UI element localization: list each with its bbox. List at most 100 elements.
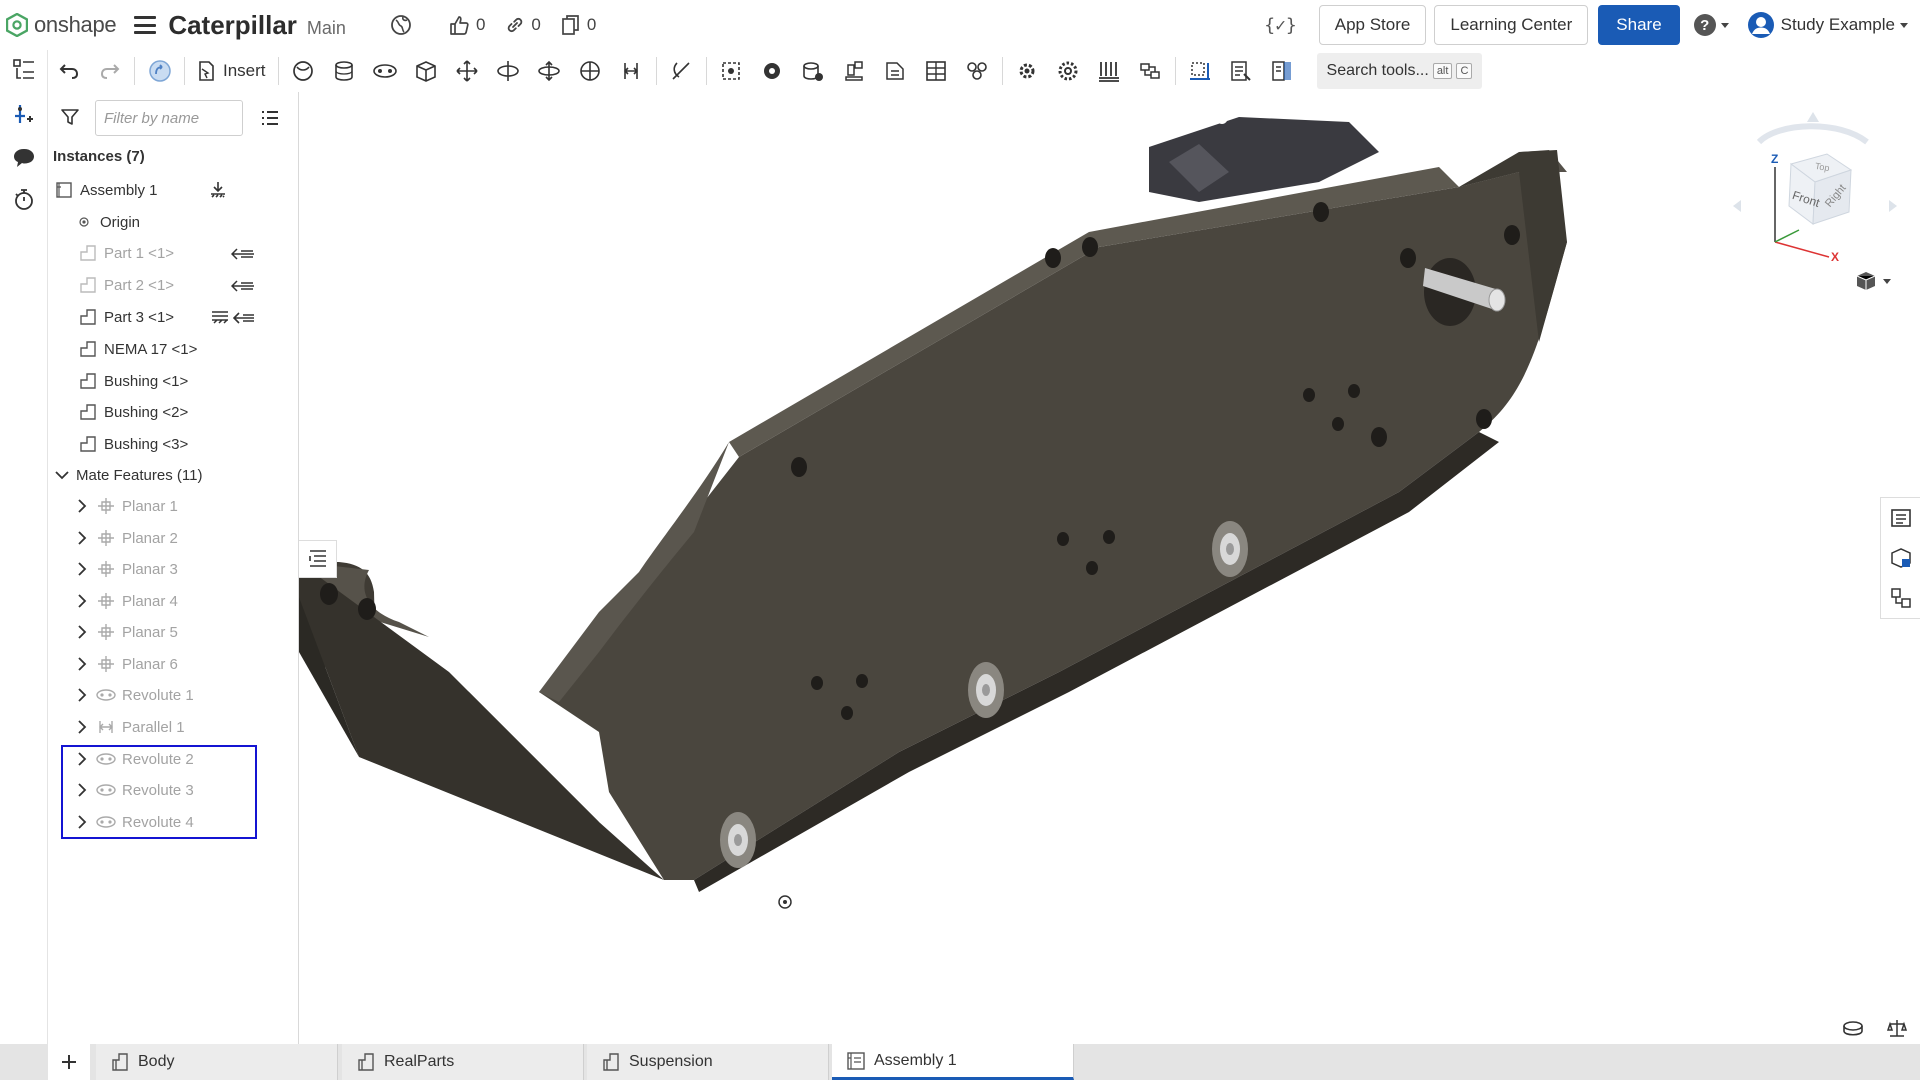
3d-viewport[interactable]: Front Right Top Z X — [299, 92, 1920, 1044]
tangent-mate-button[interactable] — [661, 50, 702, 92]
slider-mate-button[interactable] — [447, 50, 488, 92]
mass-properties-icon[interactable] — [1886, 1018, 1908, 1043]
comments-icon[interactable] — [10, 144, 38, 172]
part-icon — [78, 308, 98, 326]
linear-relation-button[interactable] — [875, 50, 916, 92]
app-store-button[interactable]: App Store — [1318, 5, 1427, 45]
panel-toggle-button[interactable] — [299, 540, 337, 578]
tab-realparts[interactable]: RealParts — [342, 1044, 584, 1080]
featurescript-icon[interactable]: {✓} — [1264, 15, 1297, 36]
tab-label: Body — [138, 1053, 175, 1070]
onshape-logo[interactable]: onshape — [6, 12, 117, 38]
linear-pattern-button[interactable] — [1089, 50, 1130, 92]
instance-row-part1[interactable]: Part 1 <1> — [78, 237, 174, 269]
group-button[interactable] — [406, 50, 447, 92]
caterpillar-model[interactable] — [299, 92, 1920, 1044]
gear-relation-button[interactable] — [752, 50, 793, 92]
mate-row-planar3[interactable]: Planar 3 — [72, 553, 178, 585]
arrow-up-icon[interactable] — [1807, 112, 1819, 122]
tab-suspension[interactable]: Suspension — [587, 1044, 829, 1080]
chevron-right-icon — [72, 688, 92, 702]
screw-relation-button[interactable] — [834, 50, 875, 92]
instance-row-bushing3[interactable]: Bushing <3> — [78, 428, 188, 460]
add-tab-button[interactable] — [48, 1044, 90, 1080]
mate-arrow-icon[interactable] — [232, 311, 255, 329]
mate-row-parallel1[interactable]: Parallel 1 — [72, 711, 185, 743]
insert-mate-icon[interactable] — [10, 100, 38, 128]
list-view-icon[interactable] — [260, 108, 280, 133]
mate-row-planar1[interactable]: Planar 1 — [72, 490, 178, 522]
tab-body[interactable]: Body — [96, 1044, 338, 1080]
explode-button[interactable] — [916, 50, 957, 92]
instance-row-part3[interactable]: Part 3 <1> — [78, 301, 174, 333]
instance-row-part2[interactable]: Part 2 <1> — [78, 269, 174, 301]
planar-mate-icon — [96, 623, 116, 641]
motion-study-button[interactable] — [1048, 50, 1089, 92]
fixed-ground-icon[interactable] — [211, 310, 229, 329]
menu-icon[interactable] — [134, 16, 157, 34]
replicate-button[interactable] — [139, 50, 180, 92]
section-view-button[interactable] — [1262, 50, 1303, 92]
standard-content-button[interactable] — [324, 50, 365, 92]
instance-label: Origin — [100, 213, 141, 231]
links-button[interactable]: 0 — [505, 15, 541, 35]
mate-row-planar5[interactable]: Planar 5 — [72, 616, 178, 648]
filter-input[interactable] — [95, 100, 243, 136]
tab-assembly-1[interactable]: Assembly 1 — [832, 1044, 1074, 1080]
instance-button[interactable] — [283, 50, 324, 92]
public-globe-icon[interactable] — [390, 14, 418, 36]
replace-button[interactable] — [1130, 50, 1171, 92]
mate-row-planar4[interactable]: Planar 4 — [72, 585, 178, 617]
user-menu[interactable]: Study Example — [1747, 11, 1908, 39]
parallel-mate-button[interactable] — [611, 50, 652, 92]
view-cube[interactable]: Front Right Top Z X — [1719, 92, 1919, 302]
arrow-left-icon[interactable] — [1733, 200, 1741, 212]
ball-mate-button[interactable] — [570, 50, 611, 92]
mate-arrow-icon[interactable] — [230, 279, 255, 297]
mate-group-button[interactable] — [957, 50, 998, 92]
share-button[interactable]: Share — [1598, 5, 1680, 45]
like-button[interactable]: 0 — [448, 14, 485, 36]
filter-icon[interactable] — [60, 107, 80, 132]
mate-arrow-icon[interactable] — [230, 247, 255, 265]
fastened-mate-button[interactable] — [365, 50, 406, 92]
mate-connector-button[interactable] — [711, 50, 752, 92]
instance-row-assembly[interactable]: Assembly 1 — [54, 174, 158, 206]
simulation-button[interactable] — [1007, 50, 1048, 92]
arrow-right-icon[interactable] — [1889, 200, 1897, 212]
undo-button[interactable] — [48, 50, 89, 92]
redo-button[interactable] — [89, 50, 130, 92]
revolute-mate-button[interactable] — [488, 50, 529, 92]
branch-name[interactable]: Main — [307, 18, 346, 39]
instance-row-bushing2[interactable]: Bushing <2> — [78, 396, 188, 428]
bom-panel-icon[interactable] — [1881, 578, 1920, 618]
insert-button[interactable]: Insert — [189, 50, 274, 92]
bom-button[interactable] — [1221, 50, 1262, 92]
fixed-ground-icon[interactable] — [209, 180, 227, 205]
learning-center-button[interactable]: Learning Center — [1434, 5, 1589, 45]
measure-button[interactable] — [1180, 50, 1221, 92]
render-mode-icon[interactable] — [1842, 1020, 1864, 1043]
appearance-panel-icon[interactable] — [1881, 498, 1920, 538]
instance-row-nema17[interactable]: NEMA 17 <1> — [78, 333, 197, 365]
configurations-panel-icon[interactable] — [1881, 538, 1920, 578]
mate-row-revolute1[interactable]: Revolute 1 — [72, 679, 194, 711]
mate-row-planar2[interactable]: Planar 2 — [72, 522, 178, 554]
document-title[interactable]: Caterpillar — [168, 10, 297, 41]
mate-row-planar6[interactable]: Planar 6 — [72, 648, 178, 680]
link-icon — [508, 17, 523, 33]
rack-pinion-button[interactable] — [793, 50, 834, 92]
avatar-icon — [1747, 12, 1774, 38]
search-tools-box[interactable]: Search tools... alt C — [1316, 53, 1483, 89]
feature-list-icon[interactable] — [10, 56, 38, 84]
history-timer-icon[interactable] — [10, 186, 38, 214]
instance-row-origin[interactable]: Origin — [78, 206, 140, 238]
help-menu[interactable]: ? — [1693, 14, 1729, 36]
mate-features-header[interactable]: Mate Features (11) — [52, 459, 202, 491]
chevron-down-icon — [52, 470, 72, 480]
view-options-button[interactable] — [1855, 270, 1891, 292]
instance-row-bushing1[interactable]: Bushing <1> — [78, 365, 188, 397]
cylindrical-mate-button[interactable] — [529, 50, 570, 92]
tab-label: Assembly 1 — [874, 1051, 957, 1069]
copies-button[interactable]: 0 — [561, 14, 596, 36]
